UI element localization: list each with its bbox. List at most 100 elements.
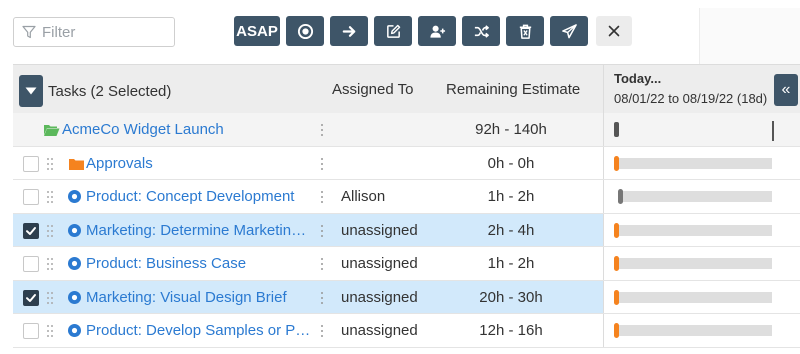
drag-handle-icon[interactable] (47, 224, 55, 238)
row-estimate[interactable]: 2h - 4h (441, 222, 581, 239)
task-name[interactable]: Product: Develop Samples or Prot... (86, 322, 311, 339)
send-icon (561, 23, 577, 38)
row-menu-icon[interactable] (320, 157, 324, 171)
timeline-marker (614, 222, 619, 238)
drag-handle-icon[interactable] (47, 190, 55, 204)
add-user-icon (429, 25, 445, 38)
trash-icon (519, 24, 531, 39)
expand-timeline-button[interactable]: « (774, 74, 798, 106)
folder-name[interactable]: Approvals (86, 155, 306, 172)
row-checkbox[interactable] (23, 289, 39, 306)
row-checkbox[interactable] (23, 189, 39, 205)
assigned-to-column-header[interactable]: Assigned To (332, 81, 413, 98)
row-estimate[interactable]: 20h - 30h (441, 289, 581, 306)
task-list-header: Tasks (2 Selected) Assigned To Remaining… (13, 64, 800, 114)
row-menu-icon[interactable] (320, 291, 324, 305)
row-checkbox[interactable] (23, 256, 39, 272)
drag-handle-icon[interactable] (47, 324, 55, 338)
row-timeline (603, 113, 800, 146)
shuffle-button[interactable] (462, 16, 500, 46)
assign-user-button[interactable] (418, 16, 456, 46)
edit-icon (386, 24, 400, 38)
row-timeline (603, 180, 800, 213)
group-name[interactable]: AcmeCo Widget Launch (62, 121, 302, 138)
asap-button[interactable]: ASAP (234, 16, 280, 46)
send-button[interactable] (550, 16, 588, 46)
row-checkbox[interactable] (23, 323, 39, 339)
task-row[interactable]: Product: Concept Development Allison 1h … (13, 180, 800, 214)
remaining-estimate-column-header[interactable]: Remaining Estimate (446, 81, 580, 98)
row-assigned[interactable]: unassigned (341, 222, 418, 239)
task-circle-icon (68, 324, 81, 337)
delete-button[interactable] (506, 16, 544, 46)
close-button[interactable] (596, 16, 632, 46)
caret-down-icon (25, 87, 37, 95)
row-assigned[interactable]: unassigned (341, 289, 418, 306)
timeline-marker (618, 189, 623, 204)
target-button[interactable] (286, 16, 324, 46)
timeline-bar[interactable] (614, 323, 772, 338)
task-name[interactable]: Product: Concept Development (86, 188, 311, 205)
row-checkbox[interactable] (23, 222, 39, 239)
row-menu-icon[interactable] (320, 224, 324, 238)
filter-input[interactable] (42, 23, 172, 41)
row-menu-icon[interactable] (320, 123, 324, 137)
timeline-bar[interactable] (614, 222, 772, 238)
task-row[interactable]: Product: Business Case unassigned 1h - 2… (13, 247, 800, 281)
folder-icon (69, 158, 84, 170)
row-timeline (603, 146, 800, 179)
row-estimate: 92h - 140h (475, 121, 547, 138)
task-circle-icon (68, 290, 81, 304)
timeline-bar[interactable] (618, 189, 772, 204)
double-chevron-left-icon: « (781, 81, 791, 98)
task-circle-icon (68, 223, 81, 237)
toolbar-right-panel (699, 8, 800, 64)
arrow-right-icon (342, 25, 355, 37)
task-row[interactable]: Product: Develop Samples or Prot... unas… (13, 314, 800, 348)
timeline-bar[interactable] (614, 155, 772, 171)
row-timeline (603, 280, 800, 313)
target-icon (297, 23, 313, 39)
folder-row[interactable]: Approvals 0h - 0h (13, 146, 800, 180)
drag-handle-icon[interactable] (47, 157, 55, 171)
task-row[interactable]: Marketing: Visual Design Brief unassigne… (13, 280, 800, 314)
drag-handle-icon[interactable] (47, 291, 55, 305)
row-menu-icon[interactable] (320, 257, 324, 271)
folder-open-icon (44, 125, 60, 136)
row-assigned[interactable]: unassigned (341, 255, 418, 272)
timeline-marker (614, 323, 619, 338)
timeline-marker (614, 289, 619, 305)
drag-handle-icon[interactable] (47, 257, 55, 271)
shuffle-icon (474, 24, 489, 38)
move-right-button[interactable] (330, 16, 368, 46)
filter-icon (22, 25, 36, 39)
timeline-date-range: 08/01/22 to 08/19/22 (18d) (614, 91, 768, 106)
group-timeline-span (614, 121, 774, 141)
timeline-header: Today... 08/01/22 to 08/19/22 (18d) « (603, 65, 800, 114)
row-estimate[interactable]: 1h - 2h (441, 255, 581, 272)
row-assigned[interactable]: unassigned (341, 322, 418, 339)
task-circle-icon (68, 190, 81, 203)
close-icon (608, 25, 620, 37)
group-row[interactable]: AcmeCo Widget Launch 92h - 140h (13, 113, 800, 147)
row-timeline (603, 213, 800, 246)
collapse-all-button[interactable] (19, 75, 43, 107)
timeline-bar[interactable] (614, 289, 772, 305)
timeline-bar[interactable] (614, 256, 772, 271)
checkmark-icon (26, 293, 36, 302)
filter-field[interactable] (13, 17, 175, 47)
row-menu-icon[interactable] (320, 324, 324, 338)
timeline-today-label[interactable]: Today... (614, 71, 661, 86)
row-estimate[interactable]: 12h - 16h (441, 322, 581, 339)
task-row[interactable]: Marketing: Determine Marketing ... unass… (13, 213, 800, 247)
row-timeline (603, 247, 800, 280)
task-name[interactable]: Marketing: Visual Design Brief (86, 289, 311, 306)
row-assigned[interactable]: Allison (341, 188, 385, 205)
edit-button[interactable] (374, 16, 412, 46)
row-menu-icon[interactable] (320, 190, 324, 204)
task-name[interactable]: Product: Business Case (86, 255, 311, 272)
task-name[interactable]: Marketing: Determine Marketing ... (86, 222, 311, 239)
row-checkbox[interactable] (23, 155, 39, 172)
row-estimate[interactable]: 1h - 2h (441, 188, 581, 205)
checkmark-icon (26, 226, 36, 235)
